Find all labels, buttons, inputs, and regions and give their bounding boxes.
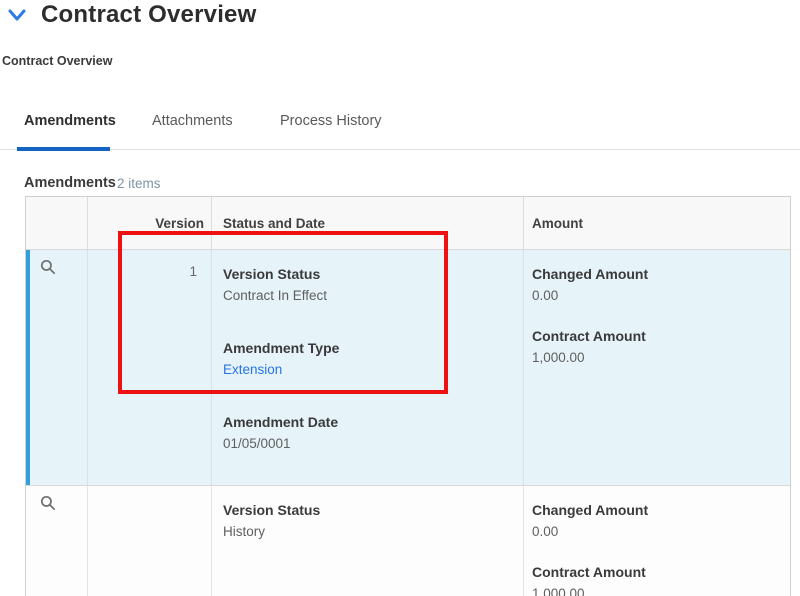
field-label: Changed Amount (532, 266, 649, 282)
magnifier-icon[interactable] (39, 495, 57, 513)
amount-cell: Changed Amount 0.00 Contract Amount 1,00… (524, 250, 790, 485)
contract-overview-page: Contract Overview Contract Overview Amen… (0, 0, 800, 596)
table-row[interactable]: 1 Version Status Contract In Effect Amen… (26, 250, 790, 486)
active-tab-underline (17, 147, 110, 151)
status-date-cell: Version Status History (212, 486, 524, 596)
tab-process-history[interactable]: Process History (280, 113, 382, 129)
row-icon-cell (26, 250, 88, 485)
field-label: Version Status (223, 266, 321, 282)
header-status-and-date: Status and Date (212, 197, 524, 249)
status-date-cell: Version Status Contract In Effect Amendm… (212, 250, 524, 485)
selected-row-stripe (26, 250, 30, 485)
field-group: Contract Amount 1,000.00 (532, 561, 790, 596)
field-group: Version Status History (223, 499, 523, 543)
field-group: Amendment Type Extension (223, 337, 523, 381)
magnifier-icon[interactable] (39, 259, 57, 277)
field-value: 01/05/0001 (223, 436, 291, 451)
field-group: Amendment Date 01/05/0001 (223, 411, 523, 455)
row-icon-cell (26, 486, 88, 596)
header-version: Version (88, 197, 212, 249)
field-value: 1,000.00 (532, 350, 585, 365)
breadcrumb: Contract Overview (2, 54, 113, 68)
field-label: Amendment Type (223, 340, 340, 356)
amendments-table: Version Status and Date Amount 1 Version… (25, 196, 791, 596)
field-group: Version Status Contract In Effect (223, 263, 523, 307)
field-label: Contract Amount (532, 328, 646, 344)
version-cell (88, 486, 212, 596)
version-value: 1 (189, 264, 197, 279)
table-header-row: Version Status and Date Amount (26, 197, 790, 250)
field-group: Changed Amount 0.00 (532, 499, 790, 543)
field-value: 0.00 (532, 288, 559, 303)
tab-attachments[interactable]: Attachments (152, 113, 233, 129)
amount-cell: Changed Amount 0.00 Contract Amount 1,00… (524, 486, 790, 596)
header-amount: Amount (532, 215, 583, 231)
field-label: Contract Amount (532, 564, 646, 580)
field-value: 0.00 (532, 524, 559, 539)
field-value: Contract In Effect (223, 288, 328, 303)
version-cell: 1 (88, 250, 212, 485)
chevron-down-icon[interactable] (8, 7, 26, 23)
amendment-type-link[interactable]: Extension (223, 362, 282, 377)
header-icon-column (26, 197, 88, 249)
field-group: Contract Amount 1,000.00 (532, 325, 790, 369)
tab-divider (0, 149, 800, 150)
field-group: Changed Amount 0.00 (532, 263, 790, 307)
section-item-count: 2 items (117, 176, 161, 191)
version-value (88, 486, 204, 500)
page-title: Contract Overview (41, 1, 257, 28)
field-label: Version Status (223, 502, 321, 518)
field-value: 1,000.00 (532, 586, 585, 596)
tab-amendments[interactable]: Amendments (24, 113, 116, 129)
table-row[interactable]: Version Status History Changed Amount 0.… (26, 486, 790, 596)
field-label: Changed Amount (532, 502, 649, 518)
section-title: Amendments (24, 175, 116, 191)
field-label: Amendment Date (223, 414, 339, 430)
field-value: History (223, 524, 266, 539)
